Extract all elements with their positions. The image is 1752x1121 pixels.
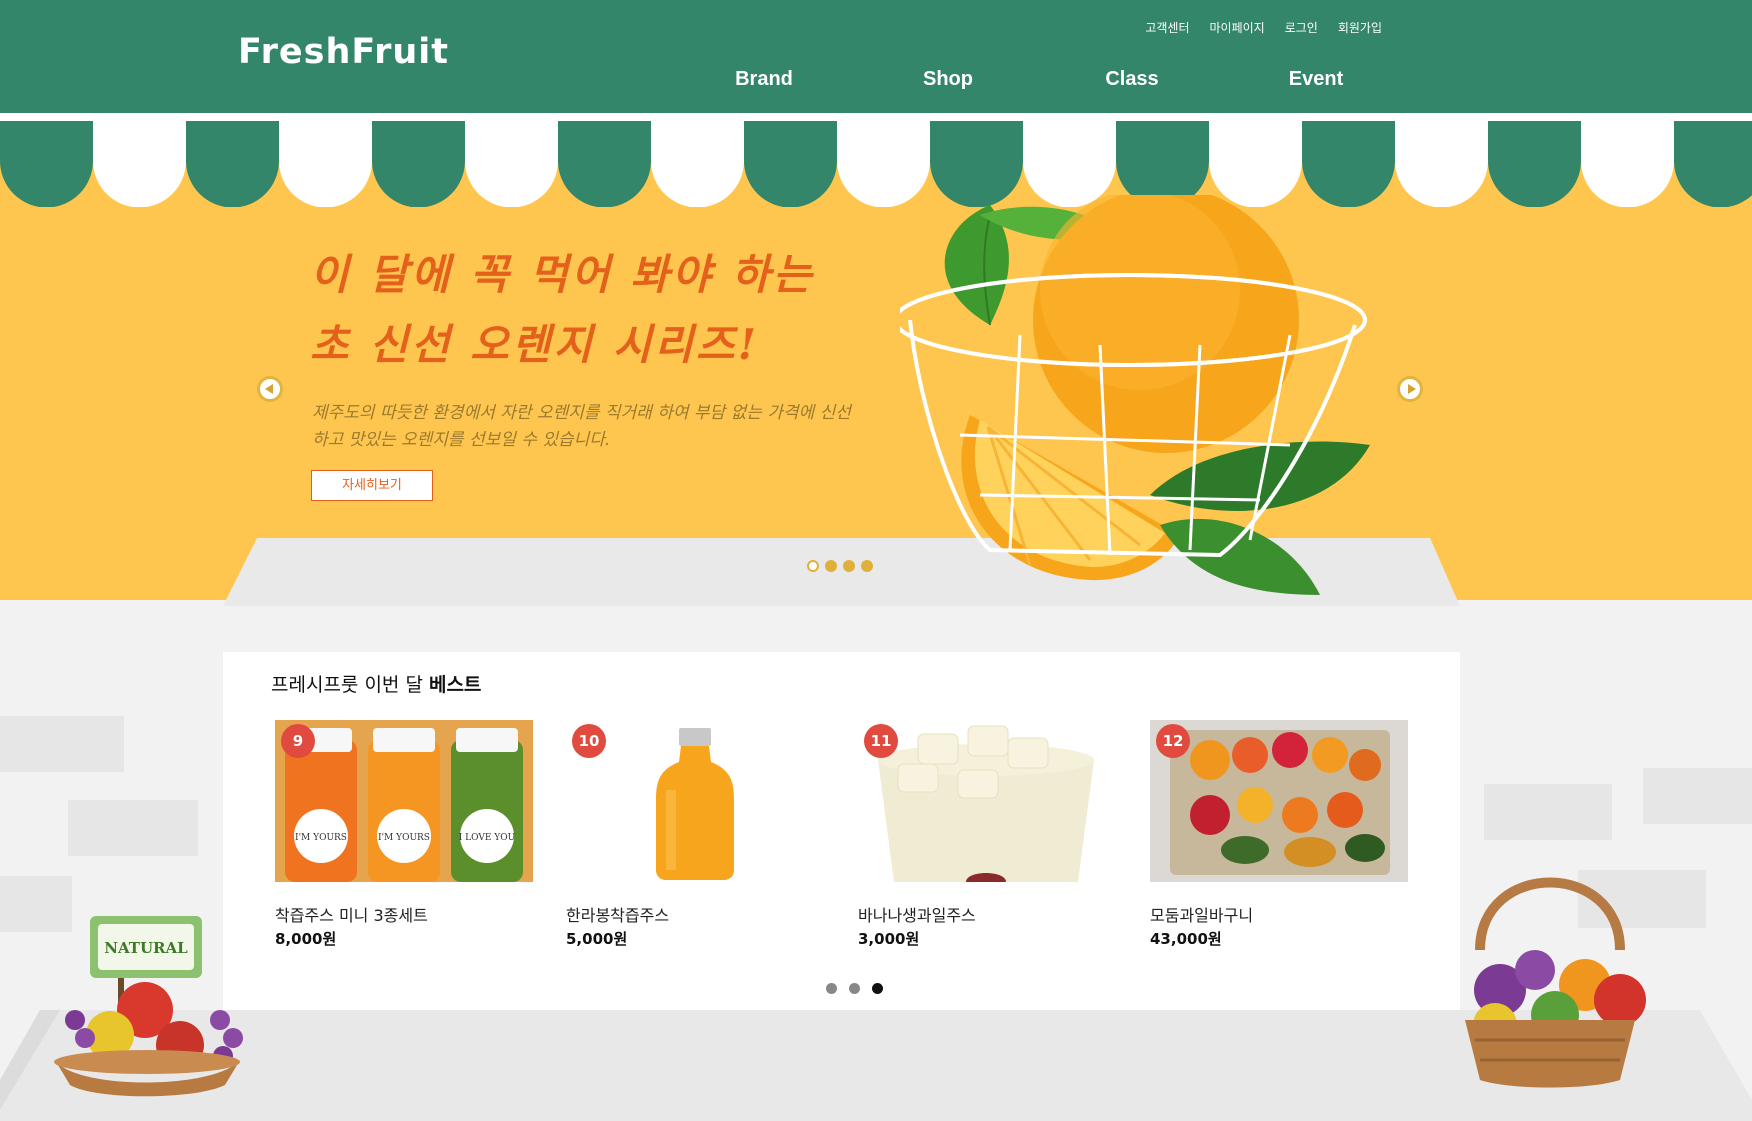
best-pager (826, 983, 883, 994)
product-name: 한라봉착즙주스 (566, 906, 670, 925)
bg-block (0, 716, 124, 772)
banner-pager-dot[interactable] (843, 560, 855, 572)
awning-scallop (372, 121, 465, 207)
bottle-label: I'M YOURS (378, 833, 430, 843)
awning-scallop (1674, 121, 1752, 207)
natural-sign-text: NATURAL (104, 939, 188, 957)
awning-scallop (1581, 121, 1674, 207)
banner-pager-dot[interactable] (861, 560, 873, 572)
product-price: 8,000원 (275, 930, 337, 948)
nav-class[interactable]: Class (1040, 68, 1224, 91)
product-card[interactable]: 10 한라봉착즙주스 5,000원 (566, 720, 824, 949)
nav-shop[interactable]: Shop (856, 68, 1040, 91)
product-price: 3,000원 (858, 930, 920, 948)
rank-badge: 10 (572, 724, 606, 758)
rank-badge: 11 (864, 724, 898, 758)
slide-prev-arrow-icon[interactable] (257, 376, 283, 402)
best-title: 프레시프룻 이번 달 베스트 (271, 670, 481, 697)
awning-scallop (279, 121, 372, 207)
awning-scallop (744, 121, 837, 207)
bg-block (1484, 784, 1612, 840)
awning-scallop (1488, 121, 1581, 207)
product-name: 착즙주스 미니 3종세트 (275, 906, 428, 925)
awning (0, 121, 1752, 207)
nav-event[interactable]: Event (1224, 68, 1408, 91)
best-title-bold: 베스트 (428, 674, 482, 696)
bg-block (1643, 768, 1752, 824)
product-image: I'M YOURS I'M YOURS I LOVE YOU 9 (275, 720, 533, 882)
product-image: 10 (566, 720, 824, 882)
right-fruit-basket-image (1465, 877, 1646, 1088)
awning-scallop (651, 121, 744, 207)
main-nav: Brand Shop Class Event (672, 68, 1408, 91)
product-price: 43,000원 (1150, 930, 1222, 948)
product-price: 5,000원 (566, 930, 628, 948)
util-link-signup[interactable]: 회원가입 (1338, 19, 1382, 36)
product-card[interactable]: 11 바나나생과일주스 3,000원 (858, 720, 1116, 949)
left-fruit-basket-image: NATURAL (54, 916, 243, 1097)
banner-pager-dot[interactable] (825, 560, 837, 572)
more-button[interactable]: 자세히보기 (311, 470, 433, 501)
banner-pager (807, 560, 873, 572)
header-divider (0, 113, 1752, 121)
page: FreshFruit 고객센터 마이페이지 로그인 회원가입 Brand Sho… (0, 0, 1752, 1121)
utility-menu: 고객센터 마이페이지 로그인 회원가입 (1145, 19, 1382, 36)
product-image: 11 (858, 720, 1116, 882)
headline-line-1: 이 달에 꼭 먹어 봐야 하는 (310, 250, 815, 299)
banner-pager-dot[interactable] (807, 560, 819, 572)
awning-scallop (186, 121, 279, 207)
awning-scallop (0, 121, 93, 207)
product-name: 모둠과일바구니 (1150, 906, 1254, 925)
product-name: 바나나생과일주스 (858, 906, 976, 925)
product-image: 12 (1150, 720, 1408, 882)
best-pager-dot[interactable] (849, 983, 860, 994)
best-pager-dot[interactable] (826, 983, 837, 994)
util-link-mypage[interactable]: 마이페이지 (1210, 19, 1265, 36)
awning-scallop (93, 121, 186, 207)
best-title-prefix: 프레시프룻 이번 달 (271, 674, 423, 696)
banner-headline: 이 달에 꼭 먹어 봐야 하는 초 신선 오렌지 시리즈! (310, 240, 815, 380)
product-card[interactable]: I'M YOURS I'M YOURS I LOVE YOU 9 착즙주스 미니… (275, 720, 533, 949)
orange-basket-image (900, 195, 1370, 595)
bottle-label: I'M YOURS (295, 833, 347, 843)
util-link-customer-center[interactable]: 고객센터 (1145, 19, 1189, 36)
rank-badge: 12 (1156, 724, 1190, 758)
awning-scallop (465, 121, 558, 207)
headline-line-2: 초 신선 오렌지 시리즈! (310, 320, 760, 369)
logo[interactable]: FreshFruit (238, 32, 449, 72)
best-pager-dot[interactable] (872, 983, 883, 994)
site-header: FreshFruit 고객센터 마이페이지 로그인 회원가입 Brand Sho… (0, 0, 1752, 113)
bottle-label: I LOVE YOU (459, 833, 516, 843)
bg-block (68, 800, 198, 856)
awning-scallop (558, 121, 651, 207)
nav-brand[interactable]: Brand (672, 68, 856, 91)
rank-badge: 9 (281, 724, 315, 758)
product-card[interactable]: 12 모둠과일바구니 43,000원 (1150, 720, 1408, 949)
banner-description: 제주도의 따듯한 환경에서 자란 오렌지를 직거래 하여 부담 없는 가격에 신… (312, 403, 851, 450)
util-link-login[interactable]: 로그인 (1285, 19, 1318, 36)
